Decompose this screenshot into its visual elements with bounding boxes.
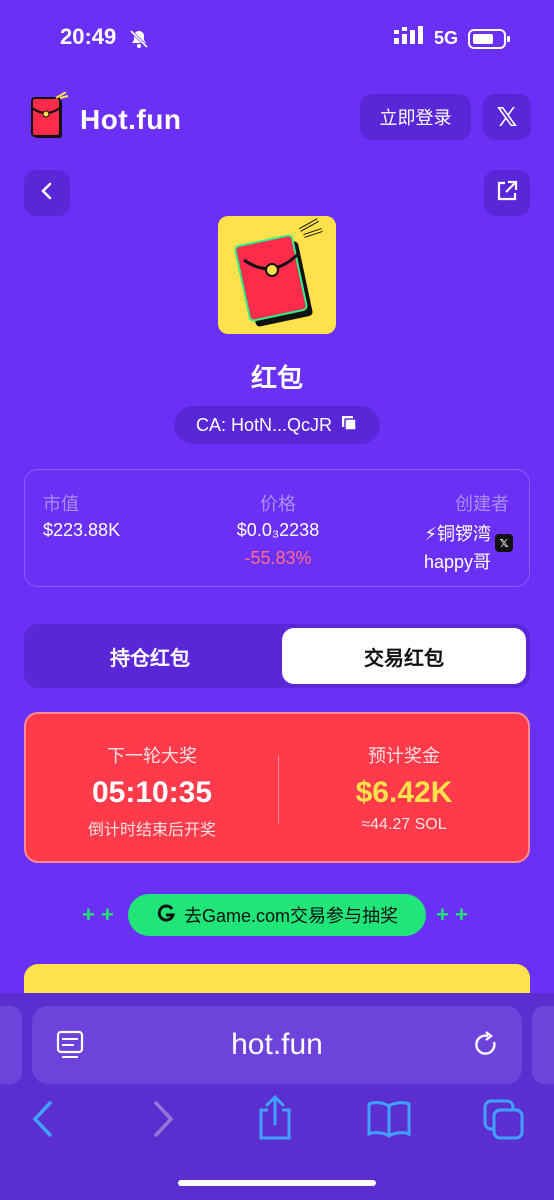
red-envelope-logo-icon (30, 91, 72, 147)
token-name: 红包 (250, 363, 303, 393)
x-logo-icon: 𝕏 (496, 101, 518, 132)
countdown-section: 下一轮大奖 05:10:35 倒计时结束后开奖 (26, 714, 278, 861)
next-round-label: 下一轮大奖 (107, 746, 197, 766)
bookmarks-icon[interactable] (366, 1100, 412, 1143)
creator-name-line1[interactable]: ⚡铜锣湾 (424, 520, 491, 546)
forward-nav-icon[interactable] (150, 1100, 176, 1143)
sparkle-left-icon: + + (82, 902, 114, 927)
game-promo-button[interactable]: 去Game.com交易参与抽奖 (128, 894, 426, 936)
creator-label: 创建者 (455, 494, 509, 514)
red-envelope-token-icon (234, 218, 323, 327)
countdown-note: 倒计时结束后开奖 (87, 822, 216, 839)
logo[interactable]: Hot.fun (30, 91, 182, 147)
back-button[interactable] (24, 170, 70, 216)
x-social-button[interactable]: 𝕏 (483, 94, 531, 140)
signal-icon (393, 26, 424, 51)
prize-value: $6.42K (355, 776, 453, 809)
countdown-timer: 05:10:35 (91, 776, 213, 809)
token-stats: 市值 $223.88K 价格 $0.0₃2238 -55.83% 创建者 ⚡铜锣… (24, 469, 530, 587)
jackpot-card: 下一轮大奖 05:10:35 倒计时结束后开奖 预计奖金 $6.42K ≈44.… (24, 712, 530, 863)
status-right: 5G (393, 26, 510, 51)
bell-muted-icon (128, 28, 150, 55)
contract-address-pill[interactable]: CA: HotN...QcJR (174, 406, 380, 444)
back-nav-icon[interactable] (30, 1100, 56, 1143)
tab-bar: 持仓红包 交易红包 (24, 624, 530, 688)
contract-address: CA: HotN...QcJR (195, 414, 333, 435)
login-button[interactable]: 立即登录 (360, 94, 471, 140)
tab-trading[interactable]: 交易红包 (282, 628, 526, 684)
creator-x-icon[interactable]: 𝕏 (495, 534, 513, 552)
url-text[interactable]: hot.fun (0, 1028, 554, 1062)
chevron-left-icon (39, 181, 55, 206)
status-time: 20:49 (60, 24, 117, 49)
copy-icon[interactable] (340, 414, 358, 437)
creator-name-line2[interactable]: happy哥 (424, 548, 491, 574)
promo-label: 去Game.com交易参与抽奖 (183, 906, 399, 926)
logo-text: Hot.fun (80, 103, 182, 135)
sparkle-right-icon: + + (436, 902, 468, 927)
battery-icon (468, 28, 510, 49)
token-image (218, 216, 336, 334)
prize-sol: ≈44.27 SOL (361, 816, 447, 833)
game-logo-icon (156, 903, 176, 928)
reload-icon[interactable] (472, 1030, 500, 1065)
tabs-icon[interactable] (482, 1098, 526, 1145)
share-button[interactable] (484, 170, 530, 216)
external-share-icon (495, 179, 519, 208)
prize-section: 预计奖金 $6.42K ≈44.27 SOL (278, 714, 530, 861)
home-indicator (178, 1180, 376, 1186)
network-label: 5G (433, 28, 458, 48)
share-nav-icon[interactable] (256, 1094, 294, 1147)
prize-label: 预计奖金 (368, 746, 440, 766)
tab-holding[interactable]: 持仓红包 (28, 628, 272, 684)
